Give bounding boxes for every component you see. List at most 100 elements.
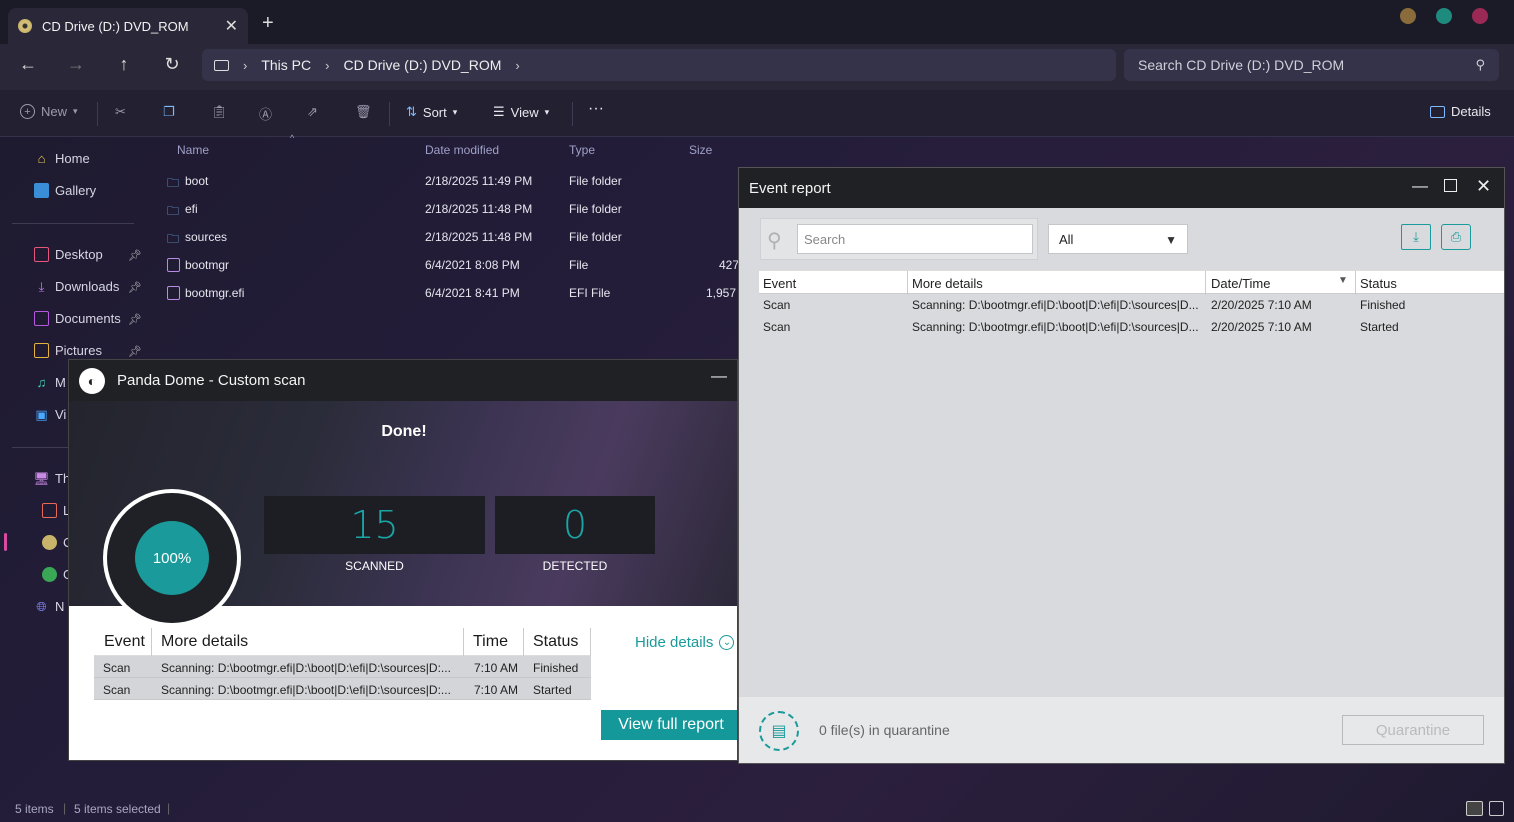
column-divider (151, 628, 152, 656)
minimize-icon[interactable]: — (711, 368, 727, 386)
file-date: 2/18/2025 11:48 PM (425, 202, 533, 216)
divider (12, 223, 134, 224)
column-header-name[interactable]: Name (177, 143, 209, 157)
selected-count: 5 items selected (74, 802, 161, 816)
sidebar-item-desktop[interactable]: Desktop (34, 247, 103, 262)
share-icon[interactable]: ⇗ (307, 104, 318, 120)
sidebar-item-network[interactable]: 🌐︎ N (34, 599, 64, 615)
close-icon[interactable]: ✕ (1476, 176, 1491, 197)
sidebar-item-downloads[interactable]: ⤓ Downloads (34, 279, 120, 295)
column-header-event[interactable]: Event (763, 276, 796, 291)
delete-icon[interactable]: 🗑︎ (355, 104, 372, 120)
copy-icon[interactable]: ❐ (163, 104, 175, 120)
new-tab-icon[interactable]: + (262, 12, 274, 35)
chevron-right-icon[interactable]: › (243, 58, 247, 73)
sidebar-item-drive-l[interactable]: L (42, 503, 70, 518)
sidebar-item-pictures[interactable]: Pictures (34, 343, 102, 358)
search-input[interactable]: Search CD Drive (D:) DVD_ROM ⚲ (1124, 49, 1499, 81)
export-folder-icon[interactable]: ⤓ (1401, 224, 1431, 250)
sidebar-item-home[interactable]: ⌂ Home (34, 151, 90, 166)
back-arrow-icon[interactable]: ← (16, 54, 40, 75)
chevron-right-icon[interactable]: › (515, 58, 519, 73)
column-header-date[interactable]: Date modified (425, 143, 499, 157)
column-header-datetime[interactable]: Date/Time (1211, 276, 1270, 291)
sidebar-item-this-pc[interactable]: 🖥︎ Th (33, 470, 70, 487)
address-bar[interactable]: › This PC › CD Drive (D:) DVD_ROM › (202, 49, 1116, 81)
time-cell: 7:10 AM (474, 661, 519, 675)
view-button[interactable]: ☰ View ▾ (493, 104, 549, 120)
column-header-size[interactable]: Size (689, 143, 712, 157)
drive-icon (42, 503, 57, 518)
quarantine-button[interactable]: Quarantine (1342, 715, 1484, 745)
sidebar-item-videos[interactable]: ▣ Vi (34, 407, 66, 423)
scan-summary-panel: Done! 100% 15 SCANNED 0 DETECTED (69, 401, 737, 627)
sidebar-item-gallery[interactable]: Gallery (34, 183, 96, 198)
file-row[interactable]: bootmgr 6/4/2021 8:08 PM File 427 (160, 251, 750, 279)
file-row[interactable]: 🗀︎ boot 2/18/2025 11:49 PM File folder (160, 167, 750, 195)
view-label: View (510, 104, 539, 120)
minimize-icon[interactable]: — (1412, 178, 1428, 196)
divider (97, 102, 98, 126)
view-list-icon: ☰ (493, 104, 505, 119)
scan-events-table: Event More details Time Status Scan Scan… (94, 628, 591, 700)
selection-indicator (4, 533, 7, 551)
file-row[interactable]: 🗀︎ efi 2/18/2025 11:48 PM File folder (160, 195, 750, 223)
sort-button[interactable]: ⇅ Sort ▾ (406, 104, 457, 120)
column-header-status[interactable]: Status (1360, 276, 1397, 291)
event-cell: Scan (763, 298, 791, 312)
file-row[interactable]: 🗀︎ sources 2/18/2025 11:48 PM File folde… (160, 223, 750, 251)
file-type: File folder (569, 174, 622, 188)
status-cell: Finished (533, 661, 579, 675)
panda-logo-icon: ◐ (79, 367, 105, 394)
computer-icon: 🖥︎ (33, 470, 50, 486)
details-view-icon[interactable] (1466, 801, 1483, 816)
pin-icon[interactable]: 📌︎ (128, 313, 142, 326)
sidebar-label: Gallery (55, 183, 97, 198)
plus-circle-icon: + (20, 104, 35, 119)
dot-icon[interactable] (1436, 8, 1452, 24)
column-header-details[interactable]: More details (912, 276, 983, 291)
column-divider (1355, 271, 1356, 295)
search-input[interactable]: Search (797, 224, 1033, 254)
forward-arrow-icon[interactable]: → (64, 54, 88, 75)
chevron-right-icon[interactable]: › (325, 58, 329, 73)
progress-ring: 100% (103, 489, 241, 627)
folder-icon: 🗀︎ (167, 176, 180, 190)
refresh-icon[interactable]: ↻ (160, 54, 184, 75)
rename-icon[interactable]: Ⓐ (259, 104, 272, 123)
more-options-icon[interactable]: ··· (588, 100, 604, 118)
details-button[interactable]: Details (1430, 104, 1491, 119)
dot-icon[interactable] (1400, 8, 1416, 24)
status-cell: Started (533, 683, 572, 697)
dot-icon[interactable] (1472, 8, 1488, 24)
view-full-report-button[interactable]: View full report (601, 710, 737, 740)
pin-icon[interactable]: 📌︎ (128, 249, 142, 262)
table-row[interactable]: Scan Scanning: D:\bootmgr.efi|D:\boot|D:… (759, 294, 1504, 316)
close-tab-icon[interactable]: ✕ (225, 16, 238, 36)
filter-dropdown[interactable]: All ▼ (1048, 224, 1188, 254)
column-header-type[interactable]: Type (569, 143, 595, 157)
tab-cd-drive[interactable]: CD Drive (D:) DVD_ROM ✕ (8, 8, 248, 44)
sidebar-item-documents[interactable]: Documents (34, 311, 121, 326)
table-row[interactable]: Scan Scanning: D:\bootmgr.efi|D:\boot|D:… (94, 656, 591, 678)
pin-icon[interactable]: 📌︎ (128, 345, 142, 358)
sort-descending-icon[interactable]: ▼ (1338, 275, 1348, 286)
up-arrow-icon[interactable]: ↑ (112, 54, 136, 75)
tiles-view-icon[interactable] (1489, 801, 1504, 816)
new-button[interactable]: + New ▾ (20, 104, 78, 119)
sidebar-item-music[interactable]: ♫ M (34, 375, 66, 390)
paste-icon[interactable]: 📋︎ (211, 104, 228, 120)
documents-icon (34, 311, 49, 326)
pictures-icon (34, 343, 49, 358)
file-row[interactable]: bootmgr.efi 6/4/2021 8:41 PM EFI File 1,… (160, 279, 750, 307)
maximize-icon[interactable] (1444, 179, 1457, 192)
column-header-time: Time (473, 633, 508, 650)
cut-icon[interactable]: ✂ (115, 104, 126, 120)
breadcrumb-cd-drive[interactable]: CD Drive (D:) DVD_ROM (343, 57, 501, 73)
table-row[interactable]: Scan Scanning: D:\bootmgr.efi|D:\boot|D:… (94, 678, 591, 700)
table-row[interactable]: Scan Scanning: D:\bootmgr.efi|D:\boot|D:… (759, 316, 1504, 338)
pin-icon[interactable]: 📌︎ (128, 281, 142, 294)
printer-icon[interactable]: ⎙ (1441, 224, 1471, 250)
breadcrumb-this-pc[interactable]: This PC (261, 57, 311, 73)
hide-details-link[interactable]: Hide details ⌄ (635, 634, 735, 651)
